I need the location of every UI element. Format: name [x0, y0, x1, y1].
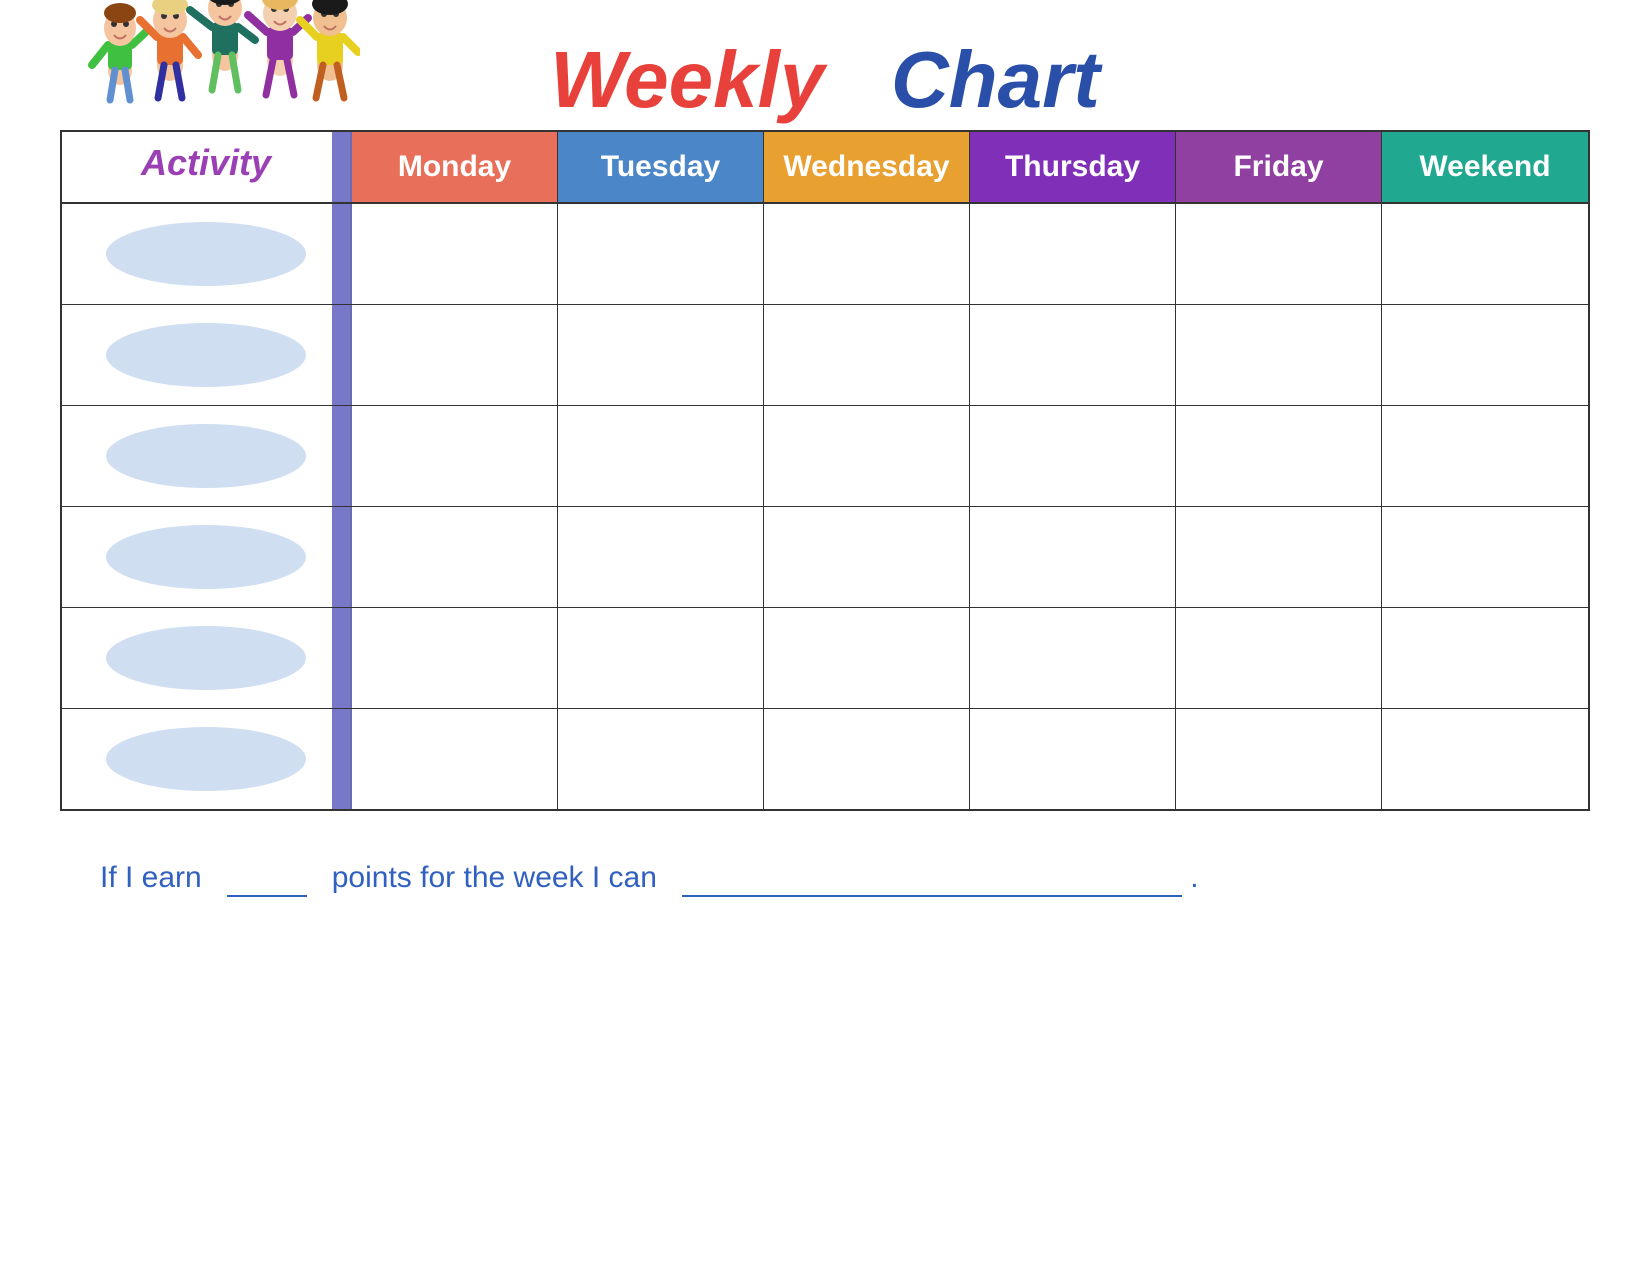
footer-blank-points[interactable] [227, 861, 307, 897]
data-cell-row4-fri[interactable] [1176, 507, 1382, 607]
data-cell-row3-wknd[interactable] [1382, 406, 1588, 506]
data-cell-row1-fri[interactable] [1176, 204, 1382, 304]
vertical-bar-row-4 [332, 507, 350, 607]
activity-cell-6 [62, 709, 352, 809]
activity-cell-4 [62, 507, 352, 607]
data-cell-row5-wed[interactable] [764, 608, 970, 708]
data-cell-row4-tue[interactable] [558, 507, 764, 607]
data-cell-row4-thu[interactable] [970, 507, 1176, 607]
table-row [62, 204, 1588, 305]
table-row [62, 608, 1588, 709]
data-cell-row3-wed[interactable] [764, 406, 970, 506]
header-friday: Friday [1176, 132, 1382, 202]
activity-cell-2 [62, 305, 352, 405]
data-cell-row3-fri[interactable] [1176, 406, 1382, 506]
activity-cell-5 [62, 608, 352, 708]
chart-header: Activity Monday Tuesday Wednesday Thursd… [62, 132, 1588, 204]
data-cell-row4-wed[interactable] [764, 507, 970, 607]
header-monday: Monday [352, 132, 558, 202]
chart-body [62, 204, 1588, 809]
vertical-bar-row-3 [332, 406, 350, 506]
vertical-bar-row-1 [332, 204, 350, 304]
data-cell-row3-mon[interactable] [352, 406, 558, 506]
data-cell-row5-thu[interactable] [970, 608, 1176, 708]
data-cell-row2-mon[interactable] [352, 305, 558, 405]
title-area: Weekly Chart [60, 40, 1590, 120]
activity-oval-4 [106, 525, 306, 589]
vertical-bar-header [332, 132, 350, 202]
activity-header-cell: Activity [62, 132, 352, 202]
data-cell-row2-tue[interactable] [558, 305, 764, 405]
data-cell-row2-wed[interactable] [764, 305, 970, 405]
table-row [62, 305, 1588, 406]
data-cell-row6-fri[interactable] [1176, 709, 1382, 809]
activity-oval-6 [106, 727, 306, 791]
data-cell-row4-wknd[interactable] [1382, 507, 1588, 607]
data-cell-row5-mon[interactable] [352, 608, 558, 708]
activity-cell-1 [62, 204, 352, 304]
header-wednesday: Wednesday [764, 132, 970, 202]
activity-oval-5 [106, 626, 306, 690]
data-cell-row4-mon[interactable] [352, 507, 558, 607]
title-weekly: Weekly [550, 35, 824, 124]
table-row [62, 507, 1588, 608]
activity-label: Activity [141, 142, 271, 192]
activity-oval-2 [106, 323, 306, 387]
vertical-bar-row-5 [332, 608, 350, 708]
footer-middle: points for the week I can [332, 861, 657, 894]
data-cell-row3-tue[interactable] [558, 406, 764, 506]
table-row [62, 709, 1588, 809]
vertical-bar-row-2 [332, 305, 350, 405]
data-cell-row5-wknd[interactable] [1382, 608, 1588, 708]
activity-oval-1 [106, 222, 306, 286]
data-cell-row6-wknd[interactable] [1382, 709, 1588, 809]
kids-illustration [80, 0, 360, 120]
header-tuesday: Tuesday [558, 132, 764, 202]
weekly-chart: Activity Monday Tuesday Wednesday Thursd… [60, 130, 1590, 811]
title-chart: Chart [891, 35, 1100, 124]
data-cell-row6-mon[interactable] [352, 709, 558, 809]
activity-cell-3 [62, 406, 352, 506]
data-cell-row6-tue[interactable] [558, 709, 764, 809]
vertical-bar-row-6 [332, 709, 350, 809]
data-cell-row1-thu[interactable] [970, 204, 1176, 304]
data-cell-row1-tue[interactable] [558, 204, 764, 304]
data-cell-row1-mon[interactable] [352, 204, 558, 304]
data-cell-row2-fri[interactable] [1176, 305, 1382, 405]
page-title: Weekly Chart [550, 40, 1100, 120]
data-cell-row6-wed[interactable] [764, 709, 970, 809]
data-cell-row1-wed[interactable] [764, 204, 970, 304]
footer-text: If I earn points for the week I can . [60, 861, 1590, 897]
header-weekend: Weekend [1382, 132, 1588, 202]
activity-oval-3 [106, 424, 306, 488]
data-cell-row2-wknd[interactable] [1382, 305, 1588, 405]
footer-before: If I earn [100, 861, 202, 894]
footer-end: . [1190, 861, 1198, 894]
data-cell-row2-thu[interactable] [970, 305, 1176, 405]
data-cell-row1-wknd[interactable] [1382, 204, 1588, 304]
footer-blank-reward[interactable] [682, 861, 1182, 897]
data-cell-row5-fri[interactable] [1176, 608, 1382, 708]
data-cell-row3-thu[interactable] [970, 406, 1176, 506]
table-row [62, 406, 1588, 507]
data-cell-row6-thu[interactable] [970, 709, 1176, 809]
data-cell-row5-tue[interactable] [558, 608, 764, 708]
header-thursday: Thursday [970, 132, 1176, 202]
